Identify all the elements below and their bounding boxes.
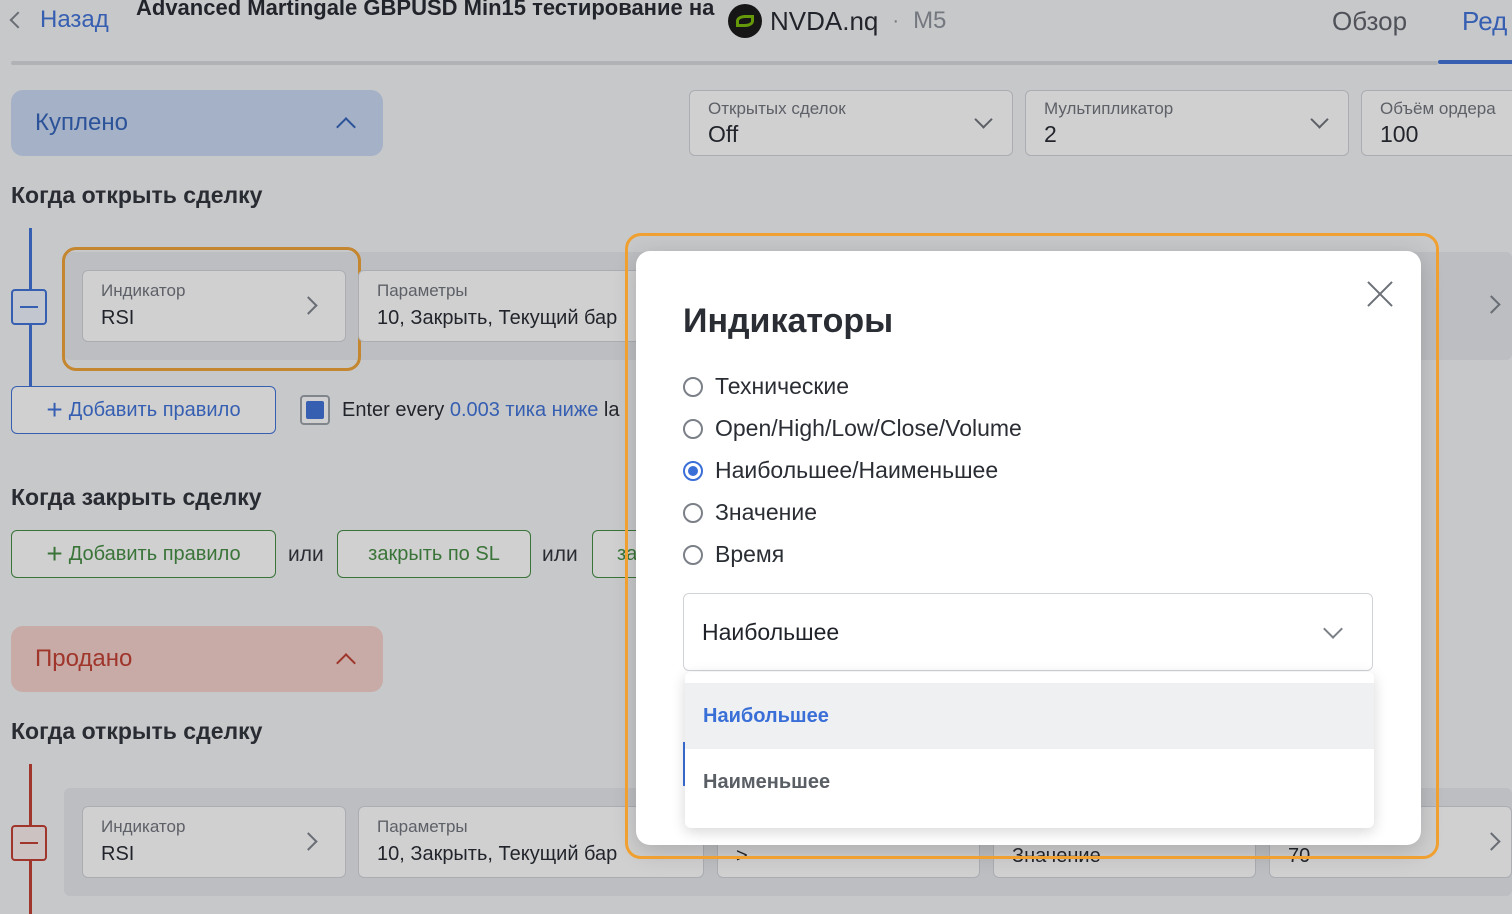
strategy-editor-page: Назад Advanced Martingale GBPUSD Min15 т… <box>0 0 1512 914</box>
modal-highlight <box>625 233 1439 859</box>
